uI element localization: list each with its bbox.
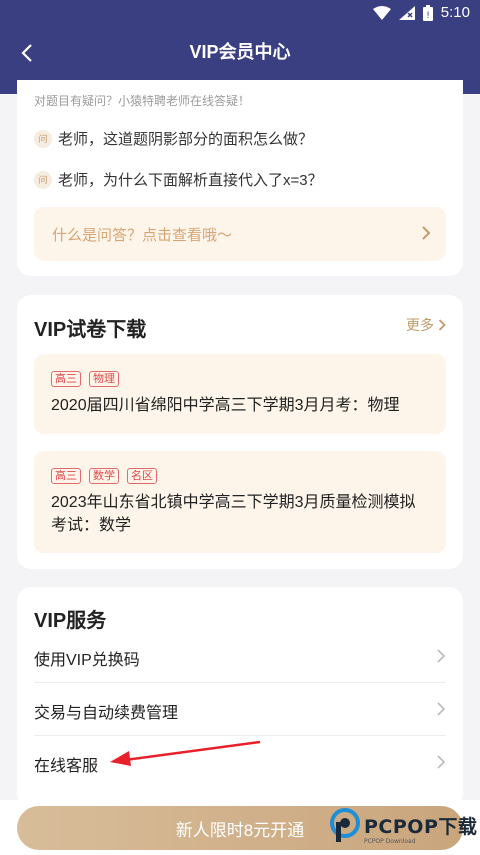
watermark-text: PCPOP下载 — [364, 815, 478, 838]
more-label: 更多 — [406, 317, 434, 333]
watermark: PCPOP下载 PCPOP Download — [330, 808, 478, 845]
paper-tag: 高三 — [51, 371, 81, 387]
watermark-subtext: PCPOP Download — [364, 838, 416, 845]
svg-text:!: ! — [426, 11, 430, 21]
chevron-right-icon — [437, 702, 446, 716]
qa-intro: 对题目有疑问？小猿特聘老师在线答疑！ — [34, 94, 251, 108]
chevron-right-icon — [437, 649, 446, 663]
qa-info-link[interactable]: 什么是问答？点击查看哦～ — [34, 207, 446, 261]
status-bar: ! 5:10 — [0, 0, 480, 28]
qa-info-link-text: 什么是问答？点击查看哦～ — [52, 227, 233, 244]
annotation-arrow-icon — [110, 740, 261, 766]
paper-title: 2023年山东省北镇中学高三下学期3月质量检测模拟考试：数学 — [51, 494, 416, 534]
qa-question-item[interactable]: 问 老师，这道题阴影部分的面积怎么做？ — [34, 128, 313, 149]
section-title: VIP服务 — [34, 610, 107, 632]
qa-question-text: 老师，为什么下面解析直接代入了x=3？ — [58, 172, 323, 189]
chevron-right-icon — [422, 226, 431, 240]
chevron-right-icon — [437, 755, 446, 769]
pcpop-logo-icon — [330, 808, 360, 842]
more-button[interactable]: 更多 — [406, 315, 446, 335]
paper-tags: 高三 物理 — [51, 371, 119, 387]
question-badge-icon: 问 — [34, 129, 52, 148]
paper-tag: 名区 — [127, 468, 157, 484]
service-item-billing[interactable]: 交易与自动续费管理 — [34, 683, 446, 736]
vip-papers-card: VIP试卷下载 更多 高三 物理 2020届四川省绵阳中学高三下学期3月月考：物… — [17, 295, 463, 569]
wifi-icon — [372, 5, 391, 20]
paper-tag: 高三 — [51, 468, 81, 484]
question-badge-icon: 问 — [34, 170, 52, 189]
section-title: VIP试卷下载 — [34, 319, 147, 341]
paper-tag: 物理 — [89, 371, 119, 387]
battery-icon: ! — [422, 4, 433, 21]
paper-item[interactable]: 高三 数学 名区 2023年山东省北镇中学高三下学期3月质量检测模拟考试：数学 — [34, 451, 446, 553]
signal-icon — [398, 5, 415, 20]
paper-item[interactable]: 高三 物理 2020届四川省绵阳中学高三下学期3月月考：物理 — [34, 354, 446, 434]
vip-services-card: VIP服务 使用VIP兑换码 交易与自动续费管理 在线客服 — [17, 587, 463, 807]
service-item-redeem-code[interactable]: 使用VIP兑换码 — [34, 630, 446, 683]
qa-question-text: 老师，这道题阴影部分的面积怎么做？ — [58, 131, 314, 148]
qa-question-item[interactable]: 问 老师，为什么下面解析直接代入了x=3？ — [34, 169, 323, 190]
qa-card: 对题目有疑问？小猿特聘老师在线答疑！ 问 老师，这道题阴影部分的面积怎么做？ 问… — [17, 80, 463, 276]
paper-title: 2020届四川省绵阳中学高三下学期3月月考：物理 — [51, 397, 400, 414]
chevron-right-icon — [438, 319, 446, 331]
service-item-label: 在线客服 — [34, 758, 99, 775]
service-item-label: 交易与自动续费管理 — [34, 705, 179, 722]
service-item-label: 使用VIP兑换码 — [34, 652, 140, 669]
status-time: 5:10 — [440, 4, 470, 21]
page-title: VIP会员中心 — [189, 42, 291, 62]
status-icons: ! 5:10 — [372, 4, 470, 21]
paper-tags: 高三 数学 名区 — [51, 468, 157, 484]
paper-tag: 数学 — [89, 468, 119, 484]
